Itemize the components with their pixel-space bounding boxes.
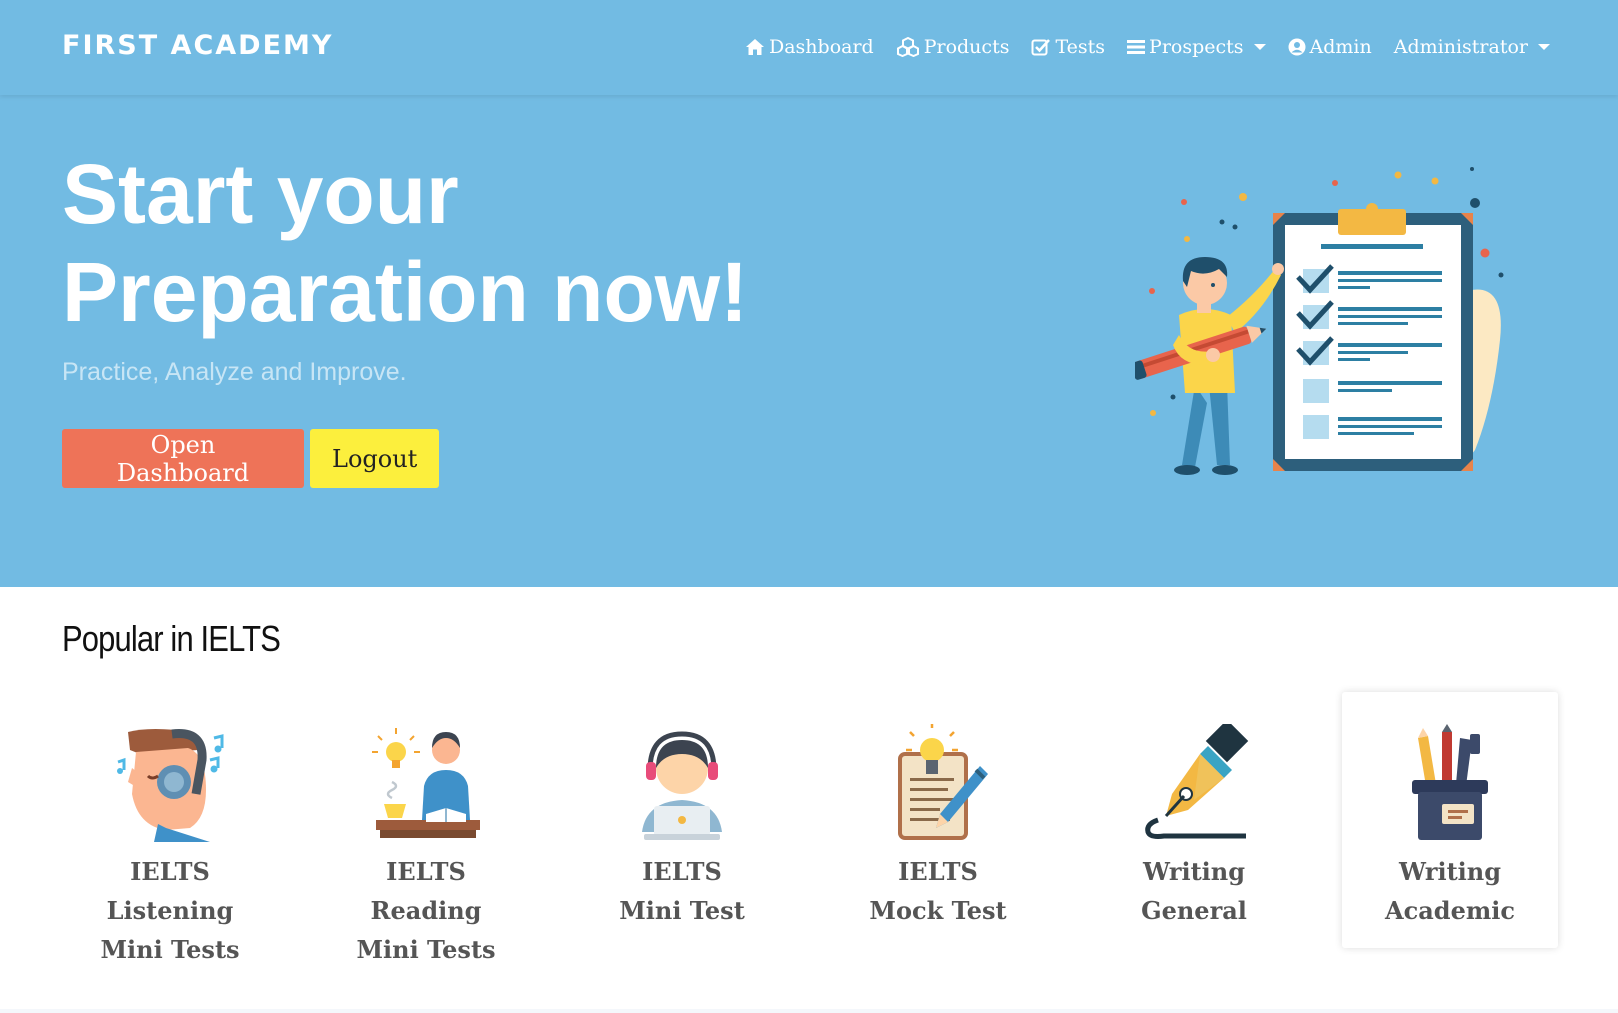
card-label: IELTS Reading Mini Tests [356, 857, 496, 964]
listening-headphones-icon [117, 729, 224, 842]
main-nav: Dashboard Products Tests Prospects Admin… [745, 30, 1550, 64]
card-ielts-mini-test[interactable]: IELTS Mini Test [574, 692, 790, 948]
top-navbar: FIRST ACADEMY Dashboard Products Tests P… [0, 0, 1618, 95]
nav-dashboard-label: Dashboard [768, 36, 874, 58]
nav-user-menu[interactable]: Administrator [1394, 36, 1550, 58]
logout-button[interactable]: Logout [310, 429, 439, 488]
chevron-down-icon [1538, 44, 1550, 50]
section-title: Popular in IELTS [62, 618, 281, 659]
card-label: Writing Academic [1385, 857, 1515, 925]
list-icon [1127, 40, 1146, 54]
card-writing-academic[interactable]: Writing Academic [1342, 692, 1558, 948]
nav-prospects-label: Prospects [1149, 36, 1244, 58]
card-ielts-reading[interactable]: IELTS Reading Mini Tests [318, 692, 534, 964]
cubes-icon [896, 37, 919, 57]
nav-products-label: Products [923, 36, 1010, 58]
open-dashboard-button[interactable]: Open Dashboard [62, 429, 304, 488]
nav-dashboard[interactable]: Dashboard [745, 36, 874, 58]
nav-admin[interactable]: Admin [1288, 36, 1372, 58]
laptop-headset-icon [642, 731, 722, 840]
footer-divider [0, 1009, 1618, 1013]
user-circle-icon [1288, 38, 1306, 56]
hero-title-line: Start your [62, 147, 459, 241]
card-ielts-listening[interactable]: IELTS Listening Mini Tests [62, 692, 278, 964]
card-label: IELTS Mini Test [619, 857, 745, 925]
card-writing-general[interactable]: Writing General [1086, 692, 1302, 948]
nav-products[interactable]: Products [896, 36, 1010, 58]
reading-desk-icon [372, 728, 480, 838]
nav-tests-label: Tests [1055, 36, 1106, 58]
hero-section: Start your Preparation now! Practice, An… [0, 95, 1618, 587]
brand-logo[interactable]: FIRST ACADEMY [62, 30, 333, 61]
popular-list: IELTS Listening Mini Tests IELTS Reading… [0, 692, 1618, 964]
card-ielts-mock-test[interactable]: IELTS Mock Test [830, 692, 1046, 948]
card-label: Writing General [1141, 857, 1247, 925]
hero-title: Start your Preparation now! [62, 145, 748, 341]
notepad-pen-icon [898, 724, 988, 840]
nav-prospects[interactable]: Prospects [1127, 36, 1266, 58]
student-checklist-illustration [1135, 167, 1504, 475]
hero-subtitle: Practice, Analyze and Improve. [62, 358, 407, 386]
check-square-icon [1031, 39, 1051, 56]
card-label: IELTS Listening Mini Tests [100, 857, 240, 964]
nav-tests[interactable]: Tests [1031, 36, 1105, 58]
nav-user-label: Administrator [1393, 36, 1528, 58]
card-label: IELTS Mock Test [869, 857, 1007, 925]
home-icon [745, 39, 764, 55]
chevron-down-icon [1253, 44, 1266, 50]
hero-title-line: Preparation now! [62, 245, 749, 339]
pencil-cup-icon [1412, 724, 1488, 840]
fountain-pen-icon [1145, 724, 1249, 839]
nav-admin-label: Admin [1309, 36, 1372, 58]
